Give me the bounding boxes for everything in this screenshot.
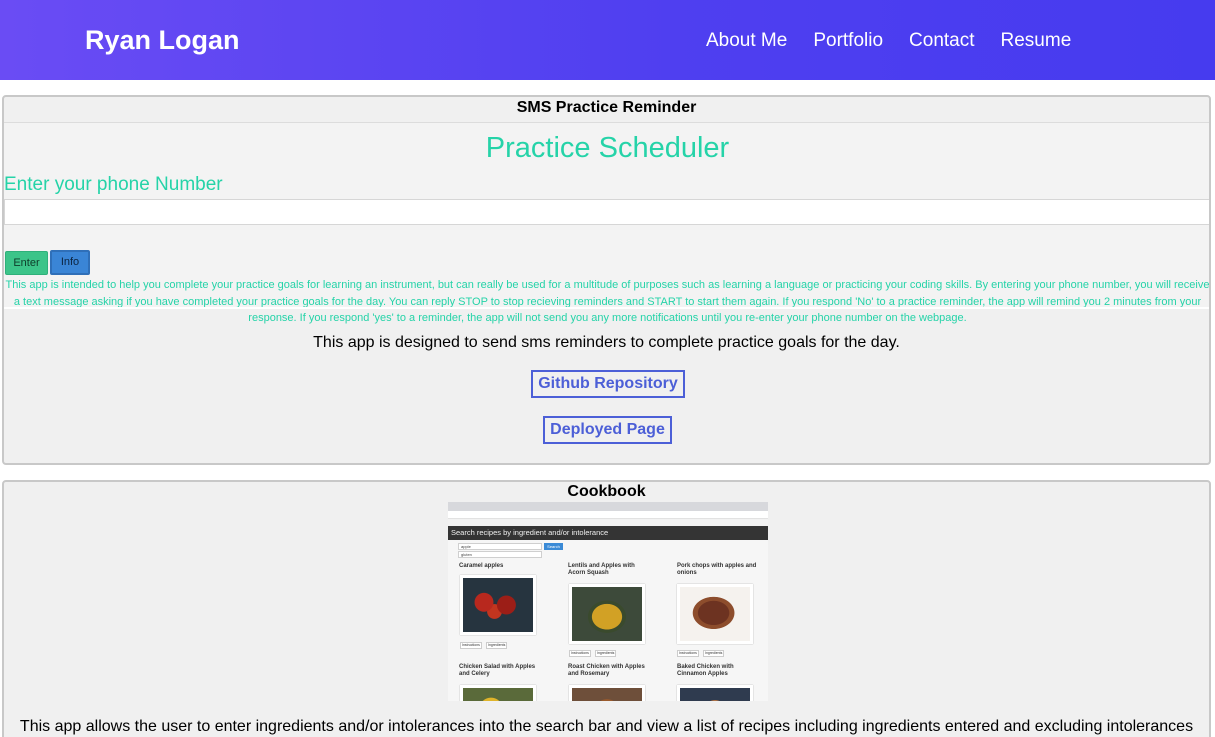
screenshot-browser-tabs	[448, 502, 768, 511]
recipe-image	[569, 584, 645, 644]
screenshot-url-bar	[448, 511, 768, 519]
recipe-ingredients-button: Ingredients	[595, 650, 617, 657]
screenshot-bookmarks-bar	[448, 519, 768, 526]
screenshot-heading: Practice Scheduler	[485, 132, 730, 164]
recipe-image	[569, 685, 645, 701]
recipe-title: Pork chops with apples and onions	[677, 563, 757, 576]
screenshot-search-input: apple	[458, 543, 542, 550]
nav-link-about-me[interactable]: About Me	[706, 30, 787, 52]
deployed-page-link[interactable]: Deployed Page	[543, 416, 672, 444]
screenshot-intolerance-input: gluten	[458, 551, 542, 558]
screenshot-info-button: Info	[50, 250, 90, 275]
screenshot-header: Search recipes by ingredient and/or into…	[448, 526, 768, 540]
recipe-image	[460, 575, 536, 635]
nav-link-resume[interactable]: Resume	[1001, 30, 1072, 52]
github-repository-link[interactable]: Github Repository	[531, 370, 685, 398]
nav-links: About Me Portfolio Contact Resume	[706, 30, 1071, 52]
screenshot-enter-button: Enter	[5, 251, 48, 275]
screenshot-description: This app is intended to help you complet…	[5, 279, 1210, 324]
recipe-title: Baked Chicken with Cinnamon Apples	[677, 664, 734, 677]
nav-link-contact[interactable]: Contact	[909, 30, 974, 52]
project-description: This app is designed to send sms reminde…	[313, 334, 900, 351]
brand-name[interactable]: Ryan Logan	[85, 25, 240, 56]
screenshot-phone-input	[4, 199, 1209, 225]
recipe-image	[460, 685, 536, 701]
project-title: Cookbook	[567, 483, 646, 500]
recipe-image	[677, 685, 753, 701]
project-card-sms: SMS Practice Reminder Practice Scheduler…	[2, 95, 1211, 465]
recipe-title: Caramel apples	[459, 563, 504, 569]
recipe-ingredients-button: Ingredients	[703, 650, 725, 657]
recipe-title: Lentils and Apples with Acorn Squash	[568, 563, 635, 576]
recipe-title: Chicken Salad with Apples and Celery	[459, 664, 536, 677]
screenshot-phone-label: Enter your phone Number	[4, 174, 223, 195]
navbar: Ryan Logan About Me Portfolio Contact Re…	[0, 0, 1215, 80]
project-title: SMS Practice Reminder	[516, 99, 697, 116]
recipe-instructions-button: Instructions	[677, 650, 699, 657]
project-screenshot: Search recipes by ingredient and/or into…	[448, 502, 768, 701]
project-card-cookbook: Cookbook Search recipes by ingredient an…	[2, 480, 1211, 737]
project-screenshot: Practice Scheduler Enter your phone Numb…	[4, 122, 1209, 324]
screenshot-search-button: Search	[544, 543, 563, 550]
nav-link-portfolio[interactable]: Portfolio	[813, 30, 883, 52]
recipe-title: Roast Chicken with Apples and Rosemary	[568, 664, 645, 677]
recipe-ingredients-button: Ingredients	[486, 642, 508, 649]
recipe-image	[677, 584, 753, 644]
recipe-instructions-button: Instructions	[569, 650, 591, 657]
project-description: This app allows the user to enter ingred…	[19, 718, 1194, 735]
divider	[4, 307, 1209, 309]
recipe-instructions-button: Instructions	[460, 642, 482, 649]
